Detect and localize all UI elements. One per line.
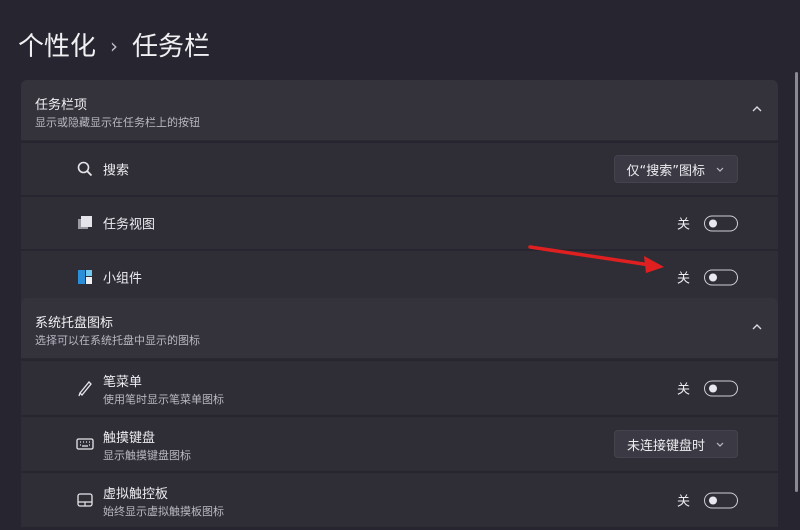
toggle-state-text: 关 [676,494,690,510]
row-label: 任务视图 [103,217,156,233]
row-virtual-touchpad: 虚拟触控板 始终显示虚拟触摸板图标 关 [21,473,778,527]
row-pen-menu: 笔菜单 使用笔时显示笔菜单图标 关 [21,361,778,415]
row-task-view: 任务视图 关 [21,197,778,249]
chevron-down-icon [716,167,724,172]
section-system-tray: 系统托盘图标 选择可以在系统托盘中显示的图标 笔菜单 使用笔时显示笔菜单图标 关… [21,298,778,527]
task-view-icon [78,216,92,229]
task-view-toggle[interactable] [704,215,738,231]
widgets-toggle[interactable] [704,269,738,285]
page-title: 个性化 › 任务栏 [18,26,210,63]
section-header[interactable]: 系统托盘图标 选择可以在系统托盘中显示的图标 [21,298,778,359]
row-label: 搜索 [103,163,130,179]
keyboard-icon [76,438,94,450]
scrollbar[interactable] [792,72,798,522]
virtual-touchpad-toggle-group: 关 [677,491,738,510]
section-taskbar-items: 任务栏项 显示或隐藏显示在任务栏上的按钮 搜索 仅“搜索”图标 任务视图 关 小… [21,80,778,303]
touchpad-icon [77,493,93,507]
pen-menu-toggle[interactable] [704,380,738,396]
row-touch-keyboard: 触摸键盘 显示触摸键盘图标 未连接键盘时 [21,417,778,471]
row-description: 始终显示虚拟触摸板图标 [103,505,224,518]
pen-menu-toggle-group: 关 [677,379,738,398]
section-title: 系统托盘图标 [35,316,114,331]
task-view-toggle-group: 关 [677,214,738,233]
row-label: 小组件 [103,271,143,287]
section-subtitle: 显示或隐藏显示在任务栏上的按钮 [35,116,200,129]
row-label: 触摸键盘 [103,431,156,446]
chevron-up-icon[interactable] [750,102,764,116]
chevron-up-icon[interactable] [750,320,764,334]
pen-icon [78,381,92,397]
dropdown-value: 未连接键盘时 [626,438,705,454]
section-title: 任务栏项 [35,98,88,113]
row-widgets: 小组件 关 [21,251,778,303]
dropdown-value: 仅“搜索”图标 [626,163,705,179]
row-description: 使用笔时显示笔菜单图标 [103,393,224,406]
toggle-state-text: 关 [676,382,690,398]
row-search: 搜索 仅“搜索”图标 [21,143,778,195]
breadcrumb-parent[interactable]: 个性化 [18,26,96,63]
row-description: 显示触摸键盘图标 [103,449,191,462]
section-header[interactable]: 任务栏项 显示或隐藏显示在任务栏上的按钮 [21,80,778,141]
breadcrumb-current: 任务栏 [132,32,211,62]
chevron-down-icon [716,442,724,447]
toggle-state-text: 关 [676,217,690,233]
toggle-state-text: 关 [676,271,690,287]
search-dropdown[interactable]: 仅“搜索”图标 [613,155,738,183]
widgets-icon [78,270,92,284]
row-label: 虚拟触控板 [103,487,169,502]
touch-keyboard-dropdown[interactable]: 未连接键盘时 [613,430,738,458]
section-subtitle: 选择可以在系统托盘中显示的图标 [35,334,200,347]
search-icon [77,161,93,177]
breadcrumb-separator: › [110,33,119,58]
row-label: 笔菜单 [103,375,143,390]
virtual-touchpad-toggle[interactable] [704,492,738,508]
scrollbar-thumb[interactable] [795,72,798,492]
widgets-toggle-group: 关 [677,268,738,287]
